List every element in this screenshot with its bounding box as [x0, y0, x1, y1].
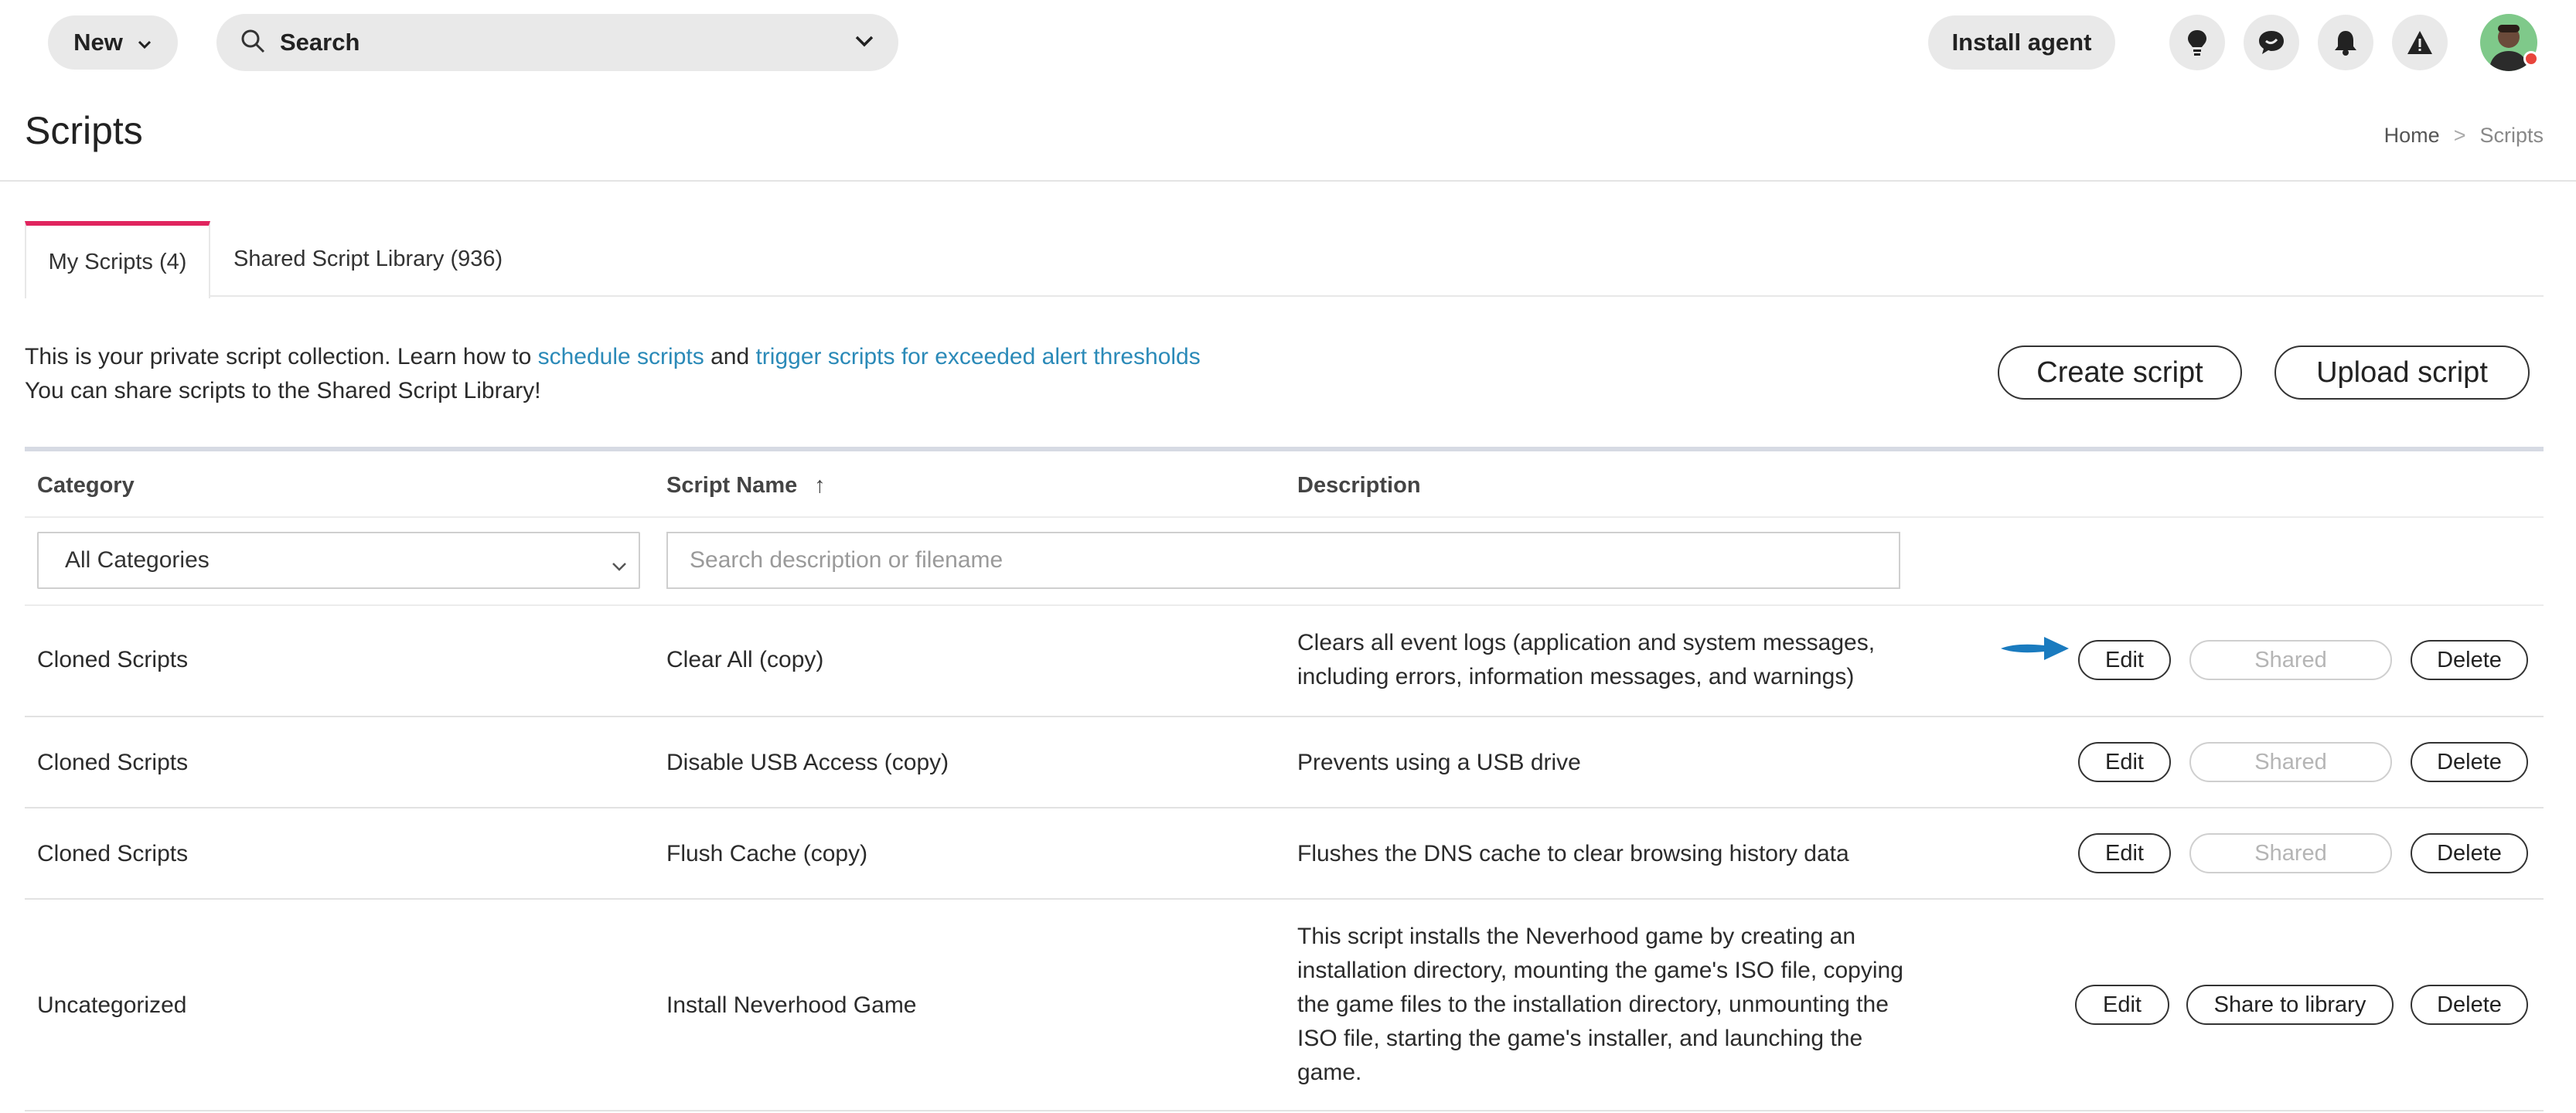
- table-row: Cloned Scripts Clear All (copy) Clears a…: [25, 606, 2544, 717]
- table-row: Cloned Scripts Flush Cache (copy) Flushe…: [25, 808, 2544, 900]
- header-script-name[interactable]: Script Name ↑: [666, 473, 826, 499]
- cell-description: Flushes the DNS cache to clear browsing …: [1297, 837, 1849, 871]
- delete-button[interactable]: Delete: [2411, 985, 2528, 1025]
- description-line: the game files to the installation direc…: [1297, 992, 1889, 1017]
- cell-description: This script installs the Neverhood game …: [1297, 920, 1903, 1090]
- description-line: Flushes the DNS cache to clear browsing …: [1297, 841, 1849, 866]
- chat-icon[interactable]: [2244, 15, 2299, 70]
- description-line: Clears all event logs (application and s…: [1297, 630, 1876, 655]
- delete-button[interactable]: Delete: [2411, 640, 2528, 680]
- tab-my-scripts[interactable]: My Scripts (4): [25, 221, 210, 298]
- new-button-label: New: [73, 29, 123, 56]
- top-bar: New Search Install agent: [0, 0, 2576, 83]
- filter-row: All Categories: [25, 518, 2544, 606]
- header-category[interactable]: Category: [37, 473, 135, 499]
- cell-category: Cloned Scripts: [37, 841, 189, 866]
- lightbulb-icon[interactable]: [2169, 15, 2225, 70]
- chevron-down-icon[interactable]: [854, 34, 875, 52]
- shared-button: Shared: [2189, 742, 2392, 782]
- shared-button: Shared: [2189, 640, 2392, 680]
- install-agent-button[interactable]: Install agent: [1928, 15, 2115, 70]
- new-button[interactable]: New: [48, 15, 178, 70]
- share-to-library-button[interactable]: Share to library: [2186, 985, 2394, 1025]
- chevron-down-icon: [137, 29, 152, 56]
- description-line: installation directory, mounting the gam…: [1297, 958, 1903, 983]
- description-line: Prevents using a USB drive: [1297, 750, 1581, 775]
- intro-text: This is your private script collection. …: [25, 340, 1201, 408]
- description-line: including errors, information messages, …: [1297, 664, 1855, 689]
- breadcrumb-current: Scripts: [2479, 124, 2544, 147]
- edit-button[interactable]: Edit: [2078, 742, 2171, 782]
- description-line: This script installs the Neverhood game …: [1297, 924, 1856, 949]
- delete-button[interactable]: Delete: [2411, 833, 2528, 873]
- edit-button[interactable]: Edit: [2078, 833, 2171, 873]
- cell-script-name: Flush Cache (copy): [666, 841, 868, 866]
- header-description: Description: [1297, 473, 1421, 498]
- category-select-value: All Categories: [65, 547, 210, 573]
- intro-prefix: This is your private script collection. …: [25, 344, 538, 369]
- description-line: game.: [1297, 1060, 1362, 1085]
- cell-category: Cloned Scripts: [37, 750, 189, 775]
- trigger-scripts-link[interactable]: trigger scripts for exceeded alert thres…: [755, 344, 1200, 369]
- intro-line-1: This is your private script collection. …: [25, 340, 1201, 374]
- chevron-down-icon: [611, 552, 628, 578]
- breadcrumb: Home > Scripts: [2384, 124, 2544, 148]
- cell-script-name: Disable USB Access (copy): [666, 750, 949, 775]
- arrow-right-icon: [1998, 631, 2072, 670]
- cell-category: Uncategorized: [37, 992, 187, 1018]
- breadcrumb-separator: >: [2453, 124, 2466, 147]
- intro-mid: and: [704, 344, 756, 369]
- header-divider: [0, 180, 2576, 182]
- status-dot: [2523, 51, 2539, 66]
- edit-button[interactable]: Edit: [2075, 985, 2169, 1025]
- cell-description: Prevents using a USB drive: [1297, 746, 1581, 780]
- table-row: Uncategorized Install Neverhood Game Thi…: [25, 900, 2544, 1111]
- tab-bar: My Scripts (4) Shared Script Library (93…: [25, 221, 2544, 298]
- search-icon: [240, 28, 266, 58]
- search-label: Search: [280, 29, 360, 56]
- page-title: Scripts: [25, 109, 143, 152]
- shared-button: Shared: [2189, 833, 2392, 873]
- cell-script-name: Install Neverhood Game: [666, 992, 917, 1018]
- schedule-scripts-link[interactable]: schedule scripts: [538, 344, 704, 369]
- table-row: Cloned Scripts Disable USB Access (copy)…: [25, 717, 2544, 808]
- global-search[interactable]: Search: [216, 14, 898, 71]
- table-header: Category Script Name ↑ Description: [25, 451, 2544, 518]
- sort-up-icon: ↑: [814, 473, 826, 498]
- cell-script-name: Clear All (copy): [666, 647, 824, 672]
- tab-shared-library[interactable]: Shared Script Library (936): [233, 221, 558, 297]
- header-script-name-label: Script Name: [666, 473, 798, 498]
- scripts-table: Category Script Name ↑ Description All C…: [25, 447, 2544, 1111]
- create-script-button[interactable]: Create script: [1998, 345, 2242, 400]
- delete-button[interactable]: Delete: [2411, 742, 2528, 782]
- bell-icon[interactable]: [2318, 15, 2373, 70]
- upload-script-button[interactable]: Upload script: [2274, 345, 2530, 400]
- edit-button[interactable]: Edit: [2078, 640, 2171, 680]
- cell-category: Cloned Scripts: [37, 647, 189, 672]
- script-search-input[interactable]: [666, 532, 1900, 589]
- description-line: ISO file, starting the game's installer,…: [1297, 1026, 1863, 1051]
- category-select[interactable]: All Categories: [37, 532, 640, 589]
- cell-description: Clears all event logs (application and s…: [1297, 626, 1875, 694]
- warning-icon[interactable]: [2392, 15, 2448, 70]
- intro-line-2: You can share scripts to the Shared Scri…: [25, 378, 541, 403]
- breadcrumb-home[interactable]: Home: [2384, 124, 2440, 148]
